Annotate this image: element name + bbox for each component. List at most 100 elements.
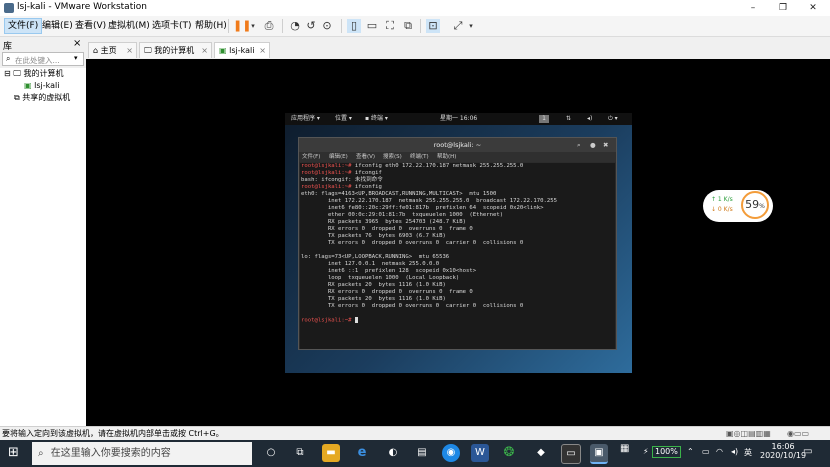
power-icon[interactable]: ⏻ ▾ xyxy=(608,113,618,125)
terminal-line: root@lsjkali:~# ifcongif xyxy=(301,170,615,177)
word-icon[interactable]: W xyxy=(471,444,489,462)
tab-my-computer[interactable]: 🖵 我的计算机 × xyxy=(139,42,212,58)
terminal-menu-help[interactable]: 帮助(H) xyxy=(437,152,456,162)
minimize-icon[interactable]: ● xyxy=(590,138,596,152)
wechat-icon[interactable]: ❂ xyxy=(500,444,518,462)
windows-start-icon[interactable]: ⊞ xyxy=(8,446,22,460)
terminal-menu-edit[interactable]: 编辑(E) xyxy=(329,152,348,162)
search-icon: ⌕ xyxy=(38,448,44,459)
app-icon-3[interactable]: ▦ xyxy=(620,443,629,454)
taskbar-search-input[interactable]: ⌕ 在这里输入你要搜索的内容 xyxy=(32,442,252,465)
volume-icon[interactable]: ◂) xyxy=(587,113,592,125)
pause-icon[interactable]: ❚❚ xyxy=(233,19,251,33)
network-icon[interactable]: ⇅ xyxy=(566,113,571,125)
shared-vm-icon: ⧉ xyxy=(14,93,20,102)
restore-button[interactable]: ❐ xyxy=(768,0,798,16)
terminal-menu-view[interactable]: 查看(V) xyxy=(356,152,375,162)
tab-close-icon[interactable]: × xyxy=(259,43,266,59)
cortana-icon[interactable]: ○ xyxy=(262,444,280,462)
edge-icon[interactable]: e xyxy=(353,444,371,462)
send-ctrl-alt-del-icon[interactable]: ⎙ xyxy=(262,19,276,33)
file-explorer-icon[interactable]: ▬ xyxy=(322,444,340,462)
terminal-line: root@lsjkali:~# ifconfig eth0 172.22.170… xyxy=(301,163,615,170)
taskbar-clock[interactable]: 16:06 2020/10/19 xyxy=(760,442,806,460)
guest-places-menu[interactable]: 位置 ▾ xyxy=(335,113,352,125)
tree-item-lsj-kali[interactable]: ▣ lsj-kali xyxy=(0,80,86,92)
terminal-line-text: ifconfig xyxy=(354,184,382,190)
terminal-line: TX errors 0 dropped 0 overruns 0 carrier… xyxy=(301,240,615,247)
terminal-app-icon[interactable]: ▭ xyxy=(561,444,581,464)
menu-help[interactable]: 帮助(H) xyxy=(192,19,230,33)
ime-indicator[interactable]: 英 xyxy=(744,447,752,458)
terminal-titlebar: root@lsjkali: ~ ⌕ ● ✖ xyxy=(299,138,616,152)
tree-item-my-computer[interactable]: ⊟ 🖵 我的计算机 xyxy=(0,68,86,80)
guest-applications-menu[interactable]: 应用程序 ▾ xyxy=(291,113,320,125)
tray-icon[interactable]: ▭ xyxy=(702,447,710,456)
revert-snapshot-icon[interactable]: ↺ xyxy=(304,19,318,33)
terminal-menu-search[interactable]: 搜索(S) xyxy=(383,152,402,162)
battery-indicator[interactable]: 100% xyxy=(652,446,681,458)
wifi-icon[interactable]: ◠ xyxy=(716,447,723,456)
chevron-up-icon[interactable]: ⌃ xyxy=(687,447,694,456)
menu-vm[interactable]: 虚拟机(M) xyxy=(105,19,153,33)
notification-icon[interactable]: ▭ xyxy=(803,446,812,457)
terminal-cursor xyxy=(354,317,358,323)
console-view-icon[interactable]: ⊡ xyxy=(426,19,440,33)
library-view-icon[interactable]: ▯ xyxy=(347,19,361,33)
terminal-menu-terminal[interactable]: 终端(T) xyxy=(410,152,429,162)
app-icon-2[interactable]: ◆ xyxy=(532,444,550,462)
menu-tabs[interactable]: 选项卡(T) xyxy=(149,19,195,33)
store-icon[interactable]: ◐ xyxy=(384,444,402,462)
vmware-app-icon xyxy=(4,3,14,13)
tab-home[interactable]: ⌂ 主页 × xyxy=(88,42,137,58)
minimize-button[interactable]: – xyxy=(738,0,768,16)
snapshot-icon[interactable]: ◔ xyxy=(288,19,302,33)
device-status-icons[interactable]: ▣◎◫▤▥▦ xyxy=(726,427,771,441)
unity-icon[interactable]: ⧉ xyxy=(401,19,415,33)
collapse-icon[interactable]: ⊟ xyxy=(4,69,11,78)
guest-clock[interactable]: 星期一 16:06 xyxy=(440,113,477,125)
menu-view[interactable]: 查看(V) xyxy=(72,19,109,33)
tab-close-icon[interactable]: × xyxy=(201,43,208,59)
tab-label: 我的计算机 xyxy=(154,46,195,55)
snapshot-manager-icon[interactable]: ⊙ xyxy=(320,19,334,33)
library-search-input[interactable]: ⌕ 在此处键入... ▾ xyxy=(2,52,84,66)
terminal-line: root@lsjkali:~# ifconfig xyxy=(301,184,615,191)
terminal-prompt: root@lsjkali:~# xyxy=(301,170,355,176)
charging-icon[interactable]: ⚡ xyxy=(643,447,649,456)
close-icon[interactable]: ✖ xyxy=(603,138,608,152)
tab-close-icon[interactable]: × xyxy=(126,43,133,59)
tab-lsj-kali[interactable]: ▣ lsj-kali × xyxy=(214,42,270,58)
network-speed-widget[interactable]: ↑ 1 K/s ↓ 0 K/s 59% xyxy=(703,190,773,222)
chevron-down-icon[interactable]: ▾ xyxy=(464,19,478,33)
guest-terminal-menu[interactable]: ▪ 终端 ▾ xyxy=(365,113,388,125)
tree-item-shared-vms[interactable]: ⧉ 共享的虚拟机 xyxy=(0,92,86,104)
terminal-output[interactable]: root@lsjkali:~# ifconfig eth0 172.22.170… xyxy=(300,163,615,349)
menu-file[interactable]: 文件(F) xyxy=(4,18,43,34)
app-icon[interactable]: ▤ xyxy=(413,444,431,462)
volume-icon[interactable]: ◂) xyxy=(731,447,738,456)
stretch-guest-icon[interactable]: ⤢ xyxy=(451,19,465,33)
library-close-icon[interactable]: × xyxy=(73,38,81,49)
device-status-icons-2[interactable]: ◉▭▭ xyxy=(787,427,809,441)
terminal-line: ether 00:0c:29:01:81:7b txqueuelen 1000 … xyxy=(301,212,615,219)
guest-workspace-indicator[interactable]: 1 xyxy=(539,115,549,123)
terminal-menu-file[interactable]: 文件(F) xyxy=(302,152,320,162)
chevron-down-icon[interactable]: ▾ xyxy=(74,54,78,62)
toolbar-separator xyxy=(228,19,229,33)
vmware-taskbar-icon[interactable]: ▣ xyxy=(590,444,608,464)
search-icon[interactable]: ⌕ xyxy=(577,138,581,152)
chevron-down-icon[interactable]: ▾ xyxy=(246,19,260,33)
close-button[interactable]: ✕ xyxy=(798,0,828,16)
upload-speed: ↑ 1 K/s xyxy=(711,196,733,203)
home-icon: ⌂ xyxy=(93,46,99,55)
fullscreen-icon[interactable]: ⛶ xyxy=(383,19,397,33)
menu-edit[interactable]: 编辑(E) xyxy=(39,19,76,33)
guest-desktop[interactable]: 应用程序 ▾ 位置 ▾ ▪ 终端 ▾ 星期一 16:06 1 ⇅ ◂) ⏻ ▾ … xyxy=(285,113,632,373)
browser-icon[interactable]: ◉ xyxy=(442,444,460,462)
thumbnail-view-icon[interactable]: ▭ xyxy=(365,19,379,33)
library-header: 库 × xyxy=(0,37,86,52)
terminal-window[interactable]: root@lsjkali: ~ ⌕ ● ✖ 文件(F) 编辑(E) 查看(V) … xyxy=(298,137,617,350)
task-view-icon[interactable]: ⧉ xyxy=(291,444,309,462)
